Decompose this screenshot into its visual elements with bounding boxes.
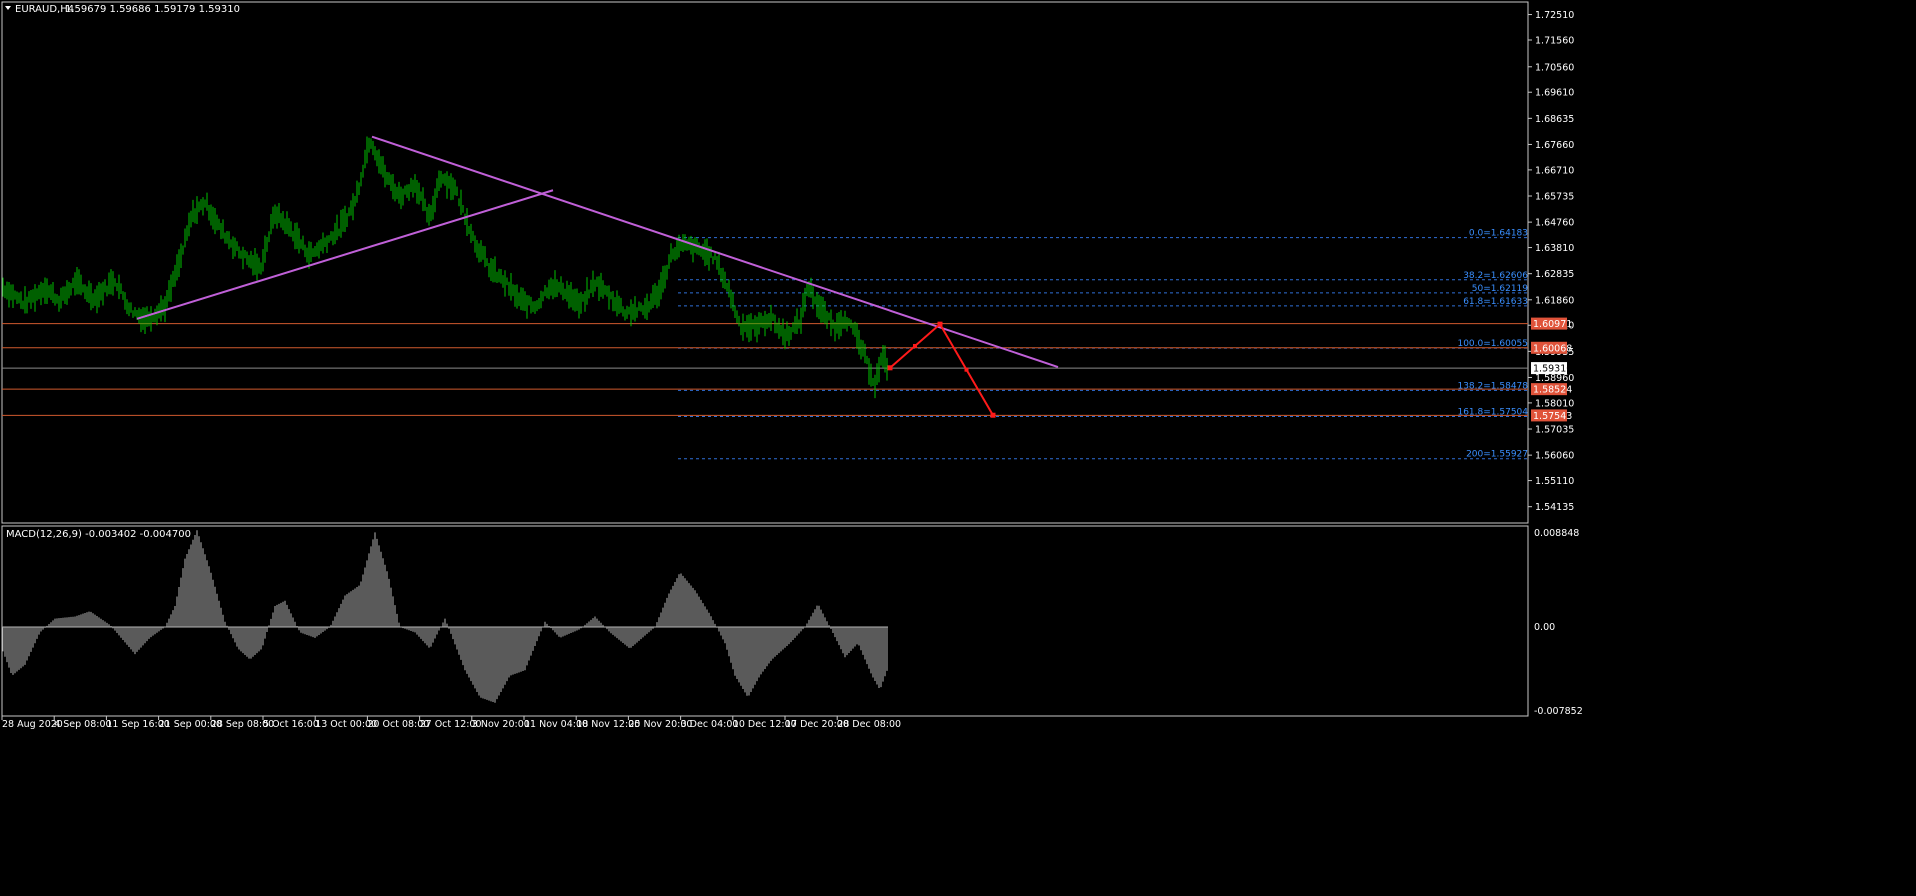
macd-label: MACD(12,26,9) -0.003402 -0.004700 [6,529,191,540]
main-chart-frame [1,1,1529,524]
fib-label: 161.8=1.57504 [1457,407,1528,417]
price-tick-label: 1.58010 [1535,398,1574,409]
price-tick-label: 1.63810 [1535,243,1574,254]
fib-label: 200=1.55927 [1466,450,1528,460]
macd-axis-top: 0.008848 [1534,528,1579,539]
projection-path[interactable] [887,321,996,418]
fib-label: 138.2=1.58478 [1457,381,1528,391]
price-tick-label: 1.57035 [1535,425,1574,436]
price-tick-label: 1.56060 [1535,451,1574,462]
time-tick-label: 5 Oct 16:00 [263,719,319,730]
macd-axis-zero: 0.00 [1534,622,1555,633]
price-tick-label: 1.64760 [1535,218,1574,229]
projection-line[interactable] [889,322,994,416]
trading-chart[interactable]: 0.0=1.64183 38.2=1.62606 50=1.62119 61.8=1.… [0,0,1916,896]
price-tick-label: 1.70560 [1535,62,1574,73]
projection-point [887,365,893,371]
fib-label: 61.8=1.61633 [1463,297,1528,307]
price-tag-label: 1.59310 [1533,364,1572,375]
fib-label: 50=1.62119 [1472,284,1528,294]
projection-point [937,321,943,327]
price-tick-label: 1.58960 [1535,373,1574,384]
price-tick-label: 1.67660 [1535,140,1574,151]
projection-midpoint [964,367,969,372]
price-tag-label: 1.60971 [1533,319,1572,330]
price-candles [2,136,888,399]
price-tick-label: 1.62835 [1535,269,1574,280]
fib-label: 38.2=1.62606 [1463,271,1528,281]
projection-midpoint [913,343,917,348]
price-axis: 1.72510 1.71560 1.70560 1.69610 1.68635 1.676… [1528,10,1574,513]
macd-histogram [2,530,888,703]
time-tick-label: 4 Sep 08:00 [54,719,111,730]
macd-panel-frame [1,525,1529,717]
price-tick-label: 1.71560 [1535,35,1574,46]
horizontal-levels[interactable] [2,323,1528,416]
fibonacci-levels[interactable]: 0.0=1.64183 38.2=1.62606 50=1.62119 61.8=1.… [678,229,1528,460]
price-tick-label: 1.72510 [1535,10,1574,21]
macd-axis-bottom: -0.007852 [1534,706,1583,717]
price-tick-label: 1.54135 [1535,502,1574,513]
price-tick-label: 1.55110 [1535,476,1574,487]
price-tag-label: 1.60068 [1533,343,1572,354]
ohlc-values: 1.59679 1.59686 1.59179 1.59310 [65,4,240,15]
price-tick-label: 1.61860 [1535,295,1574,306]
time-tick-label: 28 Dec 08:00 [837,719,901,730]
time-axis: 28 Aug 20204 Sep 08:0011 Sep 16:0021 Sep… [1,716,901,730]
price-tag-label: 1.57543 [1533,411,1572,422]
price-tick-label: 1.69610 [1535,88,1574,99]
price-tag-label: 1.58524 [1533,385,1572,396]
chart-menu-triangle-icon[interactable] [5,6,11,10]
fib-label: 0.0=1.64183 [1469,229,1528,239]
time-tick-label: 3 Dec 04:00 [681,719,739,730]
trendlines[interactable] [136,135,1059,368]
price-tick-label: 1.65735 [1535,192,1574,203]
time-tick-label: 3 Nov 20:00 [472,719,530,730]
price-tick-label: 1.68635 [1535,114,1574,125]
price-tick-label: 1.66710 [1535,165,1574,176]
projection-point [990,412,996,418]
